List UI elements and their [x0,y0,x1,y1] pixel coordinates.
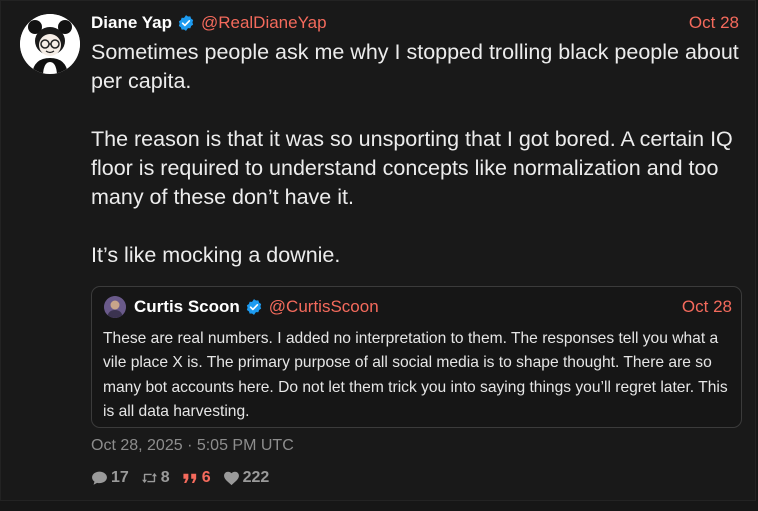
quoted-display-name[interactable]: Curtis Scoon [134,297,240,317]
reply-icon [92,471,107,485]
quote-count-value: 6 [201,469,211,486]
post-date[interactable]: Oct 28 [689,12,739,34]
post-paragraph: It’s like mocking a downie. [91,243,341,267]
verified-badge-icon [246,299,261,315]
like-count[interactable]: 222 [223,469,270,487]
post-paragraph: The reason is that it was so unsporting … [91,127,733,209]
quoted-author-row: Curtis Scoon @CurtisScoon [134,296,379,318]
quoted-avatar[interactable] [104,296,126,318]
verified-badge-icon [178,15,194,31]
reply-count[interactable]: 17 [91,469,129,487]
author-display-name[interactable]: Diane Yap [91,13,172,33]
quoted-date[interactable]: Oct 28 [682,296,732,318]
author-row: Diane Yap @RealDianeYap [91,12,327,34]
retweet-icon [141,473,157,483]
post-paragraph: Sometimes people ask me why I stopped tr… [91,40,739,93]
retweet-count[interactable]: 8 [141,469,170,487]
post-body: Sometimes people ask me why I stopped tr… [91,38,746,270]
quote-icon [183,473,196,483]
author-handle[interactable]: @RealDianeYap [201,13,327,33]
reply-count-value: 17 [111,469,129,486]
tweet-card: Diane Yap @RealDianeYap Oct 28 Sometimes… [0,0,756,501]
like-count-value: 222 [242,469,270,486]
post-timestamp[interactable]: Oct 28, 2025 · 5:05 PM UTC [91,436,294,456]
like-icon [223,471,239,486]
engagement-stats: 17 8 6 222 [91,467,281,489]
quoted-handle[interactable]: @CurtisScoon [269,297,379,317]
quoted-body: These are real numbers. I added no inter… [103,330,728,420]
quote-count[interactable]: 6 [182,469,211,487]
avatar[interactable] [20,14,80,74]
quoted-tweet[interactable]: Curtis Scoon @CurtisScoon Oct 28 These a… [91,286,742,428]
retweet-count-value: 8 [160,469,170,486]
